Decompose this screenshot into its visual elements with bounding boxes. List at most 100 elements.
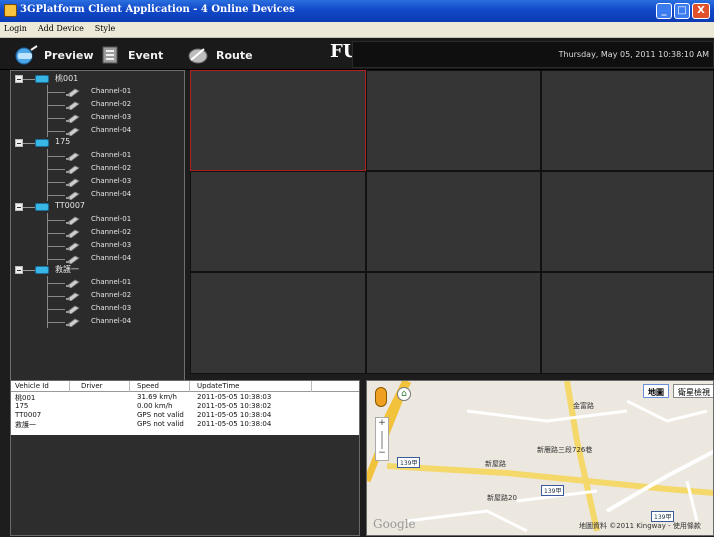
collapse-icon[interactable] xyxy=(15,75,23,83)
tree-connector xyxy=(23,79,35,80)
channel-label: Channel-04 xyxy=(91,317,132,325)
video-cell[interactable] xyxy=(190,272,366,374)
street-view-pegman-icon[interactable] xyxy=(375,387,387,407)
menu-add-device[interactable]: Add Device xyxy=(34,22,88,33)
device-label: 救護一 xyxy=(55,265,79,274)
collapse-icon[interactable] xyxy=(15,266,23,274)
table-row[interactable]: 175 0.00 km/h 2011-05-05 10:38:02 xyxy=(11,402,359,411)
camera-icon xyxy=(66,127,80,136)
table-cell: 2011-05-05 10:38:02 xyxy=(197,402,272,410)
tree-connector xyxy=(47,283,65,284)
table-cell: GPS not valid xyxy=(137,420,184,428)
device-icon xyxy=(35,75,49,83)
map-copyright[interactable]: 地圖資料 ©2011 Kingway - 使用條款 xyxy=(579,521,701,531)
device-icon xyxy=(35,203,49,211)
table-cell: GPS not valid xyxy=(137,411,184,419)
video-cell[interactable] xyxy=(541,171,714,272)
event-button[interactable]: Event xyxy=(98,44,168,66)
video-cell[interactable] xyxy=(190,70,366,171)
column-speed[interactable]: Speed xyxy=(137,382,159,390)
table-cell: TT0007 xyxy=(15,411,42,419)
camera-icon xyxy=(66,242,80,251)
tree-connector xyxy=(23,143,35,144)
google-logo: Google xyxy=(373,517,416,531)
tree-connector xyxy=(47,169,65,170)
video-cell[interactable] xyxy=(366,171,541,272)
home-icon[interactable]: ⌂ xyxy=(397,387,411,401)
satellite-view-button[interactable]: 衛星檢視 xyxy=(673,384,713,398)
collapse-icon[interactable] xyxy=(15,203,23,211)
tree-connector xyxy=(47,296,65,297)
video-cell[interactable] xyxy=(190,171,366,272)
video-cell[interactable] xyxy=(366,70,541,171)
video-cell[interactable] xyxy=(541,70,714,171)
tree-connector xyxy=(47,131,65,132)
tree-connector xyxy=(47,118,65,119)
device-label: TT0007 xyxy=(55,201,85,210)
menu-style[interactable]: Style xyxy=(91,22,120,33)
camera-icon xyxy=(66,279,80,288)
camera-icon xyxy=(66,178,80,187)
tree-connector xyxy=(47,105,65,106)
camera-icon xyxy=(66,152,80,161)
column-update-time[interactable]: UpdateTime xyxy=(197,382,239,390)
map-view-button[interactable]: 地圖 xyxy=(643,384,669,398)
table-row[interactable]: TT0007 GPS not valid 2011-05-05 10:38:04 xyxy=(11,411,359,420)
camera-icon xyxy=(66,88,80,97)
channel-label: Channel-04 xyxy=(91,126,132,134)
video-cell[interactable] xyxy=(366,272,541,374)
route-button[interactable]: Route xyxy=(186,44,256,66)
zoom-in-button[interactable]: + xyxy=(376,419,388,429)
tree-connector xyxy=(47,220,65,221)
maximize-button[interactable]: □ xyxy=(674,3,690,19)
camera-icon xyxy=(66,292,80,301)
camera-icon xyxy=(66,216,80,225)
table-cell: 175 xyxy=(15,402,29,410)
channel-label: Channel-04 xyxy=(91,254,132,262)
channel-label: Channel-02 xyxy=(91,100,132,108)
channel-label: Channel-01 xyxy=(91,278,132,286)
video-cell[interactable] xyxy=(541,272,714,374)
zoom-slider[interactable] xyxy=(381,431,383,449)
preview-button[interactable]: Preview xyxy=(14,44,94,66)
table-cell: 救護一 xyxy=(15,421,36,429)
route-icon xyxy=(188,48,208,64)
table-row[interactable]: 救護一 GPS not valid 2011-05-05 10:38:04 xyxy=(11,420,359,429)
device-icon xyxy=(35,266,49,274)
camera-icon xyxy=(66,191,80,200)
channel-label: Channel-03 xyxy=(91,241,132,249)
channel-label: Channel-02 xyxy=(91,228,132,236)
datetime-display: Thursday, May 05, 2011 10:38:10 AM xyxy=(558,50,709,59)
camera-icon xyxy=(66,165,80,174)
camera-icon xyxy=(66,229,80,238)
channel-label: Channel-03 xyxy=(91,304,132,312)
camera-icon xyxy=(66,255,80,264)
menu-login[interactable]: Login xyxy=(0,22,31,33)
event-icon xyxy=(102,46,118,64)
column-driver[interactable]: Driver xyxy=(81,382,103,390)
road-label: 新屋路20 xyxy=(487,494,517,502)
device-label: 桃001 xyxy=(55,74,79,83)
table-cell: 2011-05-05 10:38:03 xyxy=(197,393,272,401)
map-panel[interactable]: ⌂ + − 地圖 衛星檢視 新屋路 新屋路20 新雁路三段726巷 金富路 13… xyxy=(366,380,714,536)
camera-icon xyxy=(66,305,80,314)
tree-connector xyxy=(47,195,65,196)
zoom-control: + − xyxy=(375,417,389,461)
zoom-out-button[interactable]: − xyxy=(376,449,388,459)
tree-connector xyxy=(23,207,35,208)
channel-label: Channel-03 xyxy=(91,113,132,121)
camera-icon xyxy=(66,318,80,327)
column-vehicle-id[interactable]: Vehicle Id xyxy=(15,382,49,390)
channel-label: Channel-01 xyxy=(91,87,132,95)
channel-label: Channel-02 xyxy=(91,164,132,172)
route-label: Route xyxy=(216,49,253,62)
vehicle-table-header: Vehicle Id Driver Speed UpdateTime xyxy=(11,381,359,392)
channel-label: Channel-02 xyxy=(91,291,132,299)
table-row[interactable]: 桃001 31.69 km/h 2011-05-05 10:38:03 xyxy=(11,393,359,402)
camera-icon xyxy=(66,101,80,110)
minimize-button[interactable]: _ xyxy=(656,3,672,19)
tree-connector xyxy=(47,233,65,234)
collapse-icon[interactable] xyxy=(15,139,23,147)
close-button[interactable]: X xyxy=(692,3,710,19)
channel-label: Channel-01 xyxy=(91,151,132,159)
